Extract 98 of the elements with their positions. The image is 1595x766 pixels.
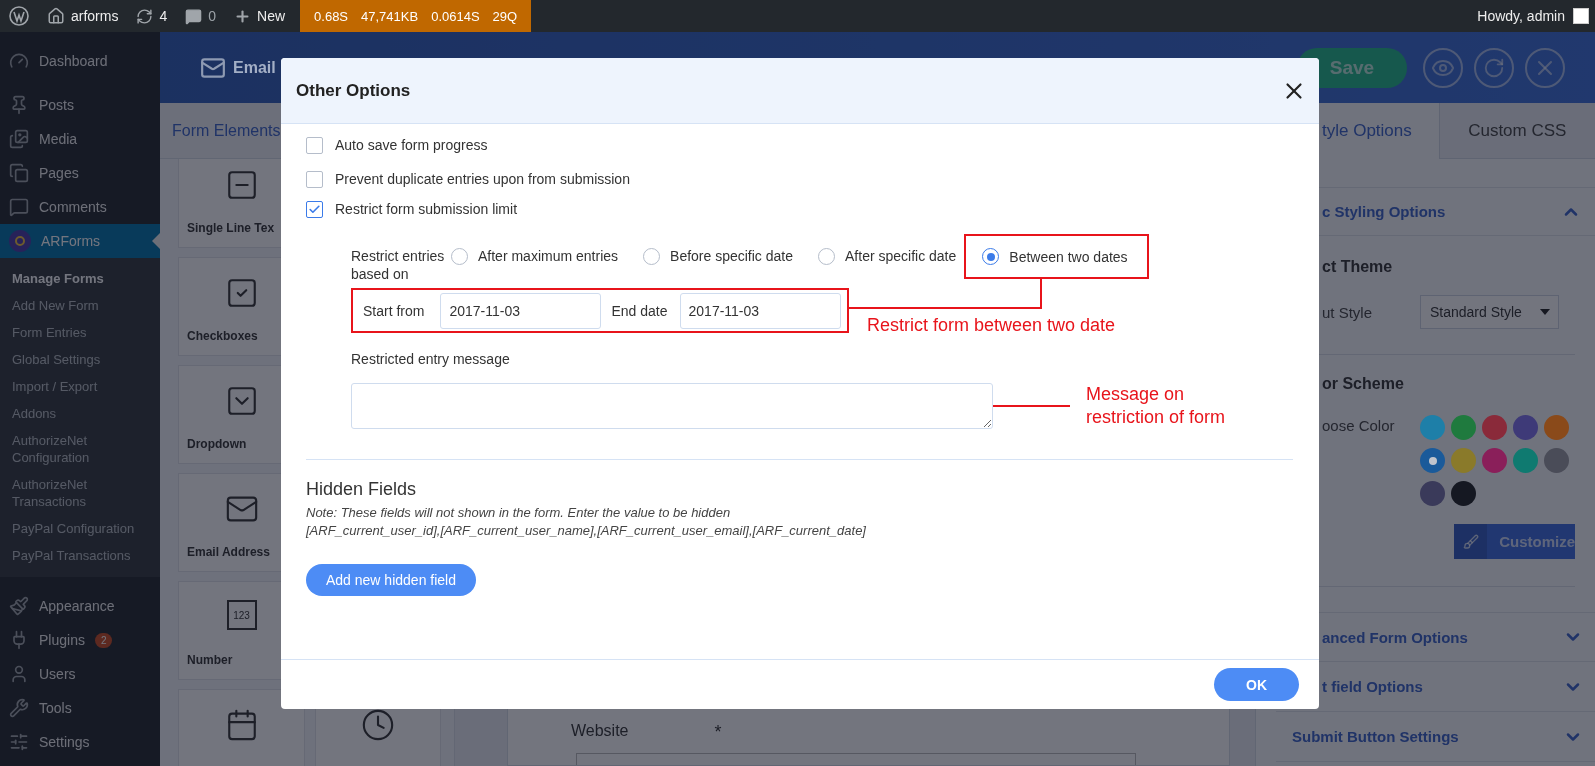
- radio-button[interactable]: [643, 247, 661, 265]
- sidebar-item[interactable]: ARForms: [0, 224, 160, 258]
- radio-button[interactable]: [451, 247, 468, 265]
- color-swatch[interactable]: [1544, 415, 1569, 440]
- color-swatch[interactable]: [1420, 448, 1445, 473]
- caret-icon: [1540, 309, 1550, 315]
- note-text: Note: These fields will not shown in the form. Enter the value to be hidden: [306, 504, 732, 522]
- group-heading: ct Theme: [1322, 258, 1394, 276]
- option-label: oose Color: [1322, 417, 1396, 434]
- menu-icon: [9, 596, 29, 616]
- preview-button[interactable]: [1423, 47, 1463, 88]
- group-heading: or Scheme: [1322, 375, 1405, 393]
- checkbox[interactable]: [306, 136, 323, 154]
- sidebar-item[interactable]: Media: [0, 122, 160, 156]
- count-badge: 2: [94, 632, 113, 648]
- date-field[interactable]: 2017-11-03: [440, 292, 602, 329]
- sidebar-item[interactable]: Settings: [0, 725, 160, 759]
- form-title: Email: [200, 54, 276, 81]
- restrict-label: Restrict entries based on: [351, 247, 446, 283]
- checkbox[interactable]: [306, 170, 323, 188]
- metric-value: 0.68S: [314, 8, 349, 24]
- menu-icon: [9, 197, 29, 217]
- color-swatch[interactable]: [1451, 415, 1476, 440]
- site-name-link[interactable]: arforms: [71, 8, 119, 24]
- updates-icon[interactable]: [136, 7, 154, 25]
- color-swatch[interactable]: [1513, 415, 1538, 440]
- color-swatch[interactable]: [1544, 448, 1569, 473]
- debug-metrics-bar[interactable]: 0.68S 47,741KB 0.0614S 29Q: [300, 0, 532, 32]
- clock-icon: [361, 708, 395, 742]
- wordpress-logo-icon[interactable]: [9, 6, 29, 26]
- new-link[interactable]: New: [257, 8, 286, 24]
- message-field[interactable]: [351, 383, 993, 429]
- menu-icon: [9, 95, 29, 115]
- comments-count: 0: [208, 8, 217, 24]
- ok-button[interactable]: OK: [1214, 668, 1299, 701]
- menu-icon: [9, 732, 29, 752]
- menu-icon: [9, 698, 29, 718]
- annotation-text: Message on restriction of form: [1086, 383, 1227, 429]
- sidebar-item[interactable]: Comments: [0, 190, 160, 224]
- field-label: Restricted entry message: [351, 351, 511, 367]
- checkbox-label: Auto save form progress: [335, 137, 488, 153]
- check-icon: [308, 202, 321, 216]
- metric-value: 47,741KB: [361, 8, 419, 24]
- brush-icon: [1462, 533, 1479, 550]
- sidebar-item[interactable]: Users: [0, 657, 160, 691]
- plus-icon[interactable]: [234, 7, 252, 25]
- color-swatch[interactable]: [1420, 481, 1445, 506]
- color-swatch[interactable]: [1482, 448, 1507, 473]
- element-card[interactable]: [178, 689, 305, 766]
- required-mark: *: [714, 722, 722, 743]
- option-label: ut Style: [1322, 303, 1374, 321]
- sidebar-item[interactable]: Tools: [0, 691, 160, 725]
- note-text: [ARF_current_user_id],[ARF_current_user_name],[ARF_current_user_email],[ARF_current_date]: [306, 522, 867, 540]
- checkbox[interactable]: [306, 200, 323, 218]
- checkbox-label: Prevent duplicate entries upon from submission: [335, 171, 630, 187]
- section-title: Hidden Fields: [306, 478, 418, 500]
- home-icon[interactable]: [47, 7, 65, 25]
- sidebar-item[interactable]: Plugins 2: [0, 623, 160, 657]
- radio-button[interactable]: [982, 248, 1000, 265]
- field-label: Start from: [363, 302, 425, 319]
- menu-icon: [9, 129, 29, 149]
- radio-label: After specific date: [845, 248, 957, 264]
- avatar-icon[interactable]: [1573, 8, 1589, 24]
- date-field[interactable]: 2017-11-03: [679, 292, 841, 329]
- accordion-header[interactable]: Submit Button Settings: [1276, 712, 1595, 762]
- comment-icon[interactable]: [185, 7, 203, 25]
- radio-label: Between two dates: [1009, 248, 1128, 265]
- metric-value: 0.0614S: [431, 8, 480, 24]
- refresh-button[interactable]: [1474, 47, 1514, 88]
- panel-tab[interactable]: Custom CSS: [1438, 103, 1595, 159]
- input-style-select[interactable]: Standard Style: [1420, 295, 1559, 329]
- number-icon: 123: [226, 600, 257, 630]
- field-label: Website: [571, 722, 629, 741]
- radio-label: After maximum entries: [478, 248, 619, 264]
- submenu-item[interactable]: Manage Forms: [0, 265, 160, 292]
- updates-count: 4: [159, 8, 168, 24]
- sidebar-item[interactable]: Appearance: [0, 589, 160, 623]
- color-swatch[interactable]: [1451, 448, 1476, 473]
- sidebar-item[interactable]: Posts: [0, 88, 160, 122]
- metric-value: 29Q: [492, 8, 518, 24]
- annotation-text: Restrict form between two date: [867, 314, 1116, 337]
- color-swatch[interactable]: [1420, 415, 1445, 440]
- menu-icon: [9, 51, 29, 71]
- menu-icon: [9, 664, 29, 684]
- menu-icon: [9, 163, 29, 183]
- sidebar-item[interactable]: Pages: [0, 156, 160, 190]
- greeting-link[interactable]: Howdy, admin: [1477, 8, 1565, 24]
- color-swatch[interactable]: [1482, 415, 1507, 440]
- add-hidden-field-button[interactable]: Add new hidden field: [306, 564, 476, 596]
- color-swatch[interactable]: [1513, 448, 1538, 473]
- logo-icon: [9, 230, 31, 252]
- field-label: End date: [611, 302, 668, 319]
- checkbox-label: Restrict form submission limit: [335, 201, 518, 217]
- dialog-title: Other Options: [296, 80, 411, 101]
- radio-label: Before specific date: [670, 248, 793, 264]
- sidebar-item[interactable]: Dashboard: [0, 44, 160, 78]
- radio-button[interactable]: [818, 247, 835, 265]
- color-swatch[interactable]: [1451, 481, 1476, 506]
